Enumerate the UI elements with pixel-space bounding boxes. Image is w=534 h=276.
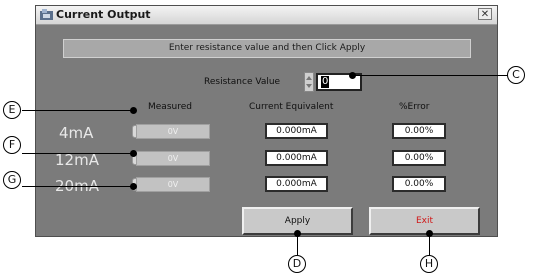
callout-d: D bbox=[288, 255, 306, 273]
measured-value-4ma: 0V bbox=[136, 124, 210, 139]
callout-line-g bbox=[22, 186, 132, 187]
instruction-banner: Enter resistance value and then Click Ap… bbox=[63, 39, 471, 58]
callout-dot-d bbox=[294, 230, 301, 237]
title-bar: Current Output ✕ bbox=[36, 6, 497, 25]
current-equivalent-12ma: 0.000mA bbox=[265, 150, 328, 166]
error-value-4ma: 0.00% bbox=[392, 123, 446, 139]
column-header-measured: Measured bbox=[148, 102, 192, 112]
exit-button[interactable]: Exit bbox=[369, 207, 480, 235]
column-header-current-equivalent: Current Equivalent bbox=[249, 102, 334, 112]
column-header-error: %Error bbox=[399, 102, 430, 112]
callout-dot-c bbox=[349, 72, 356, 79]
window-body: Enter resistance value and then Click Ap… bbox=[36, 25, 497, 236]
callout-e: E bbox=[3, 101, 21, 119]
callout-dot-e bbox=[130, 107, 137, 114]
callout-dot-g bbox=[130, 183, 137, 190]
resistance-value: 0 bbox=[321, 76, 330, 88]
current-equivalent-20ma: 0.000mA bbox=[265, 176, 328, 192]
close-button[interactable]: ✕ bbox=[478, 8, 492, 20]
resistance-label: Resistance Value bbox=[204, 77, 281, 87]
callout-c: C bbox=[507, 66, 525, 84]
window-title: Current Output bbox=[56, 8, 151, 21]
current-output-window: Current Output ✕ Enter resistance value … bbox=[35, 5, 498, 237]
callout-line-f bbox=[22, 153, 132, 154]
callout-f: F bbox=[3, 136, 21, 154]
measured-value-20ma: 0V bbox=[136, 177, 210, 192]
callout-dot-f bbox=[130, 150, 137, 157]
callout-h: H bbox=[420, 255, 438, 273]
spinner-arrows-icon bbox=[306, 76, 312, 88]
error-value-12ma: 0.00% bbox=[392, 150, 446, 166]
measured-value-12ma: 0V bbox=[136, 151, 210, 166]
current-equivalent-4ma: 0.000mA bbox=[265, 123, 328, 139]
callout-g: G bbox=[3, 171, 21, 189]
callout-line-e bbox=[22, 110, 132, 111]
error-value-20ma: 0.00% bbox=[392, 176, 446, 192]
resistance-spinner[interactable] bbox=[304, 72, 314, 92]
app-icon bbox=[40, 9, 53, 20]
callout-line-c bbox=[352, 75, 508, 76]
row-label-4ma: 4mA bbox=[59, 124, 94, 142]
callout-dot-h bbox=[426, 230, 433, 237]
